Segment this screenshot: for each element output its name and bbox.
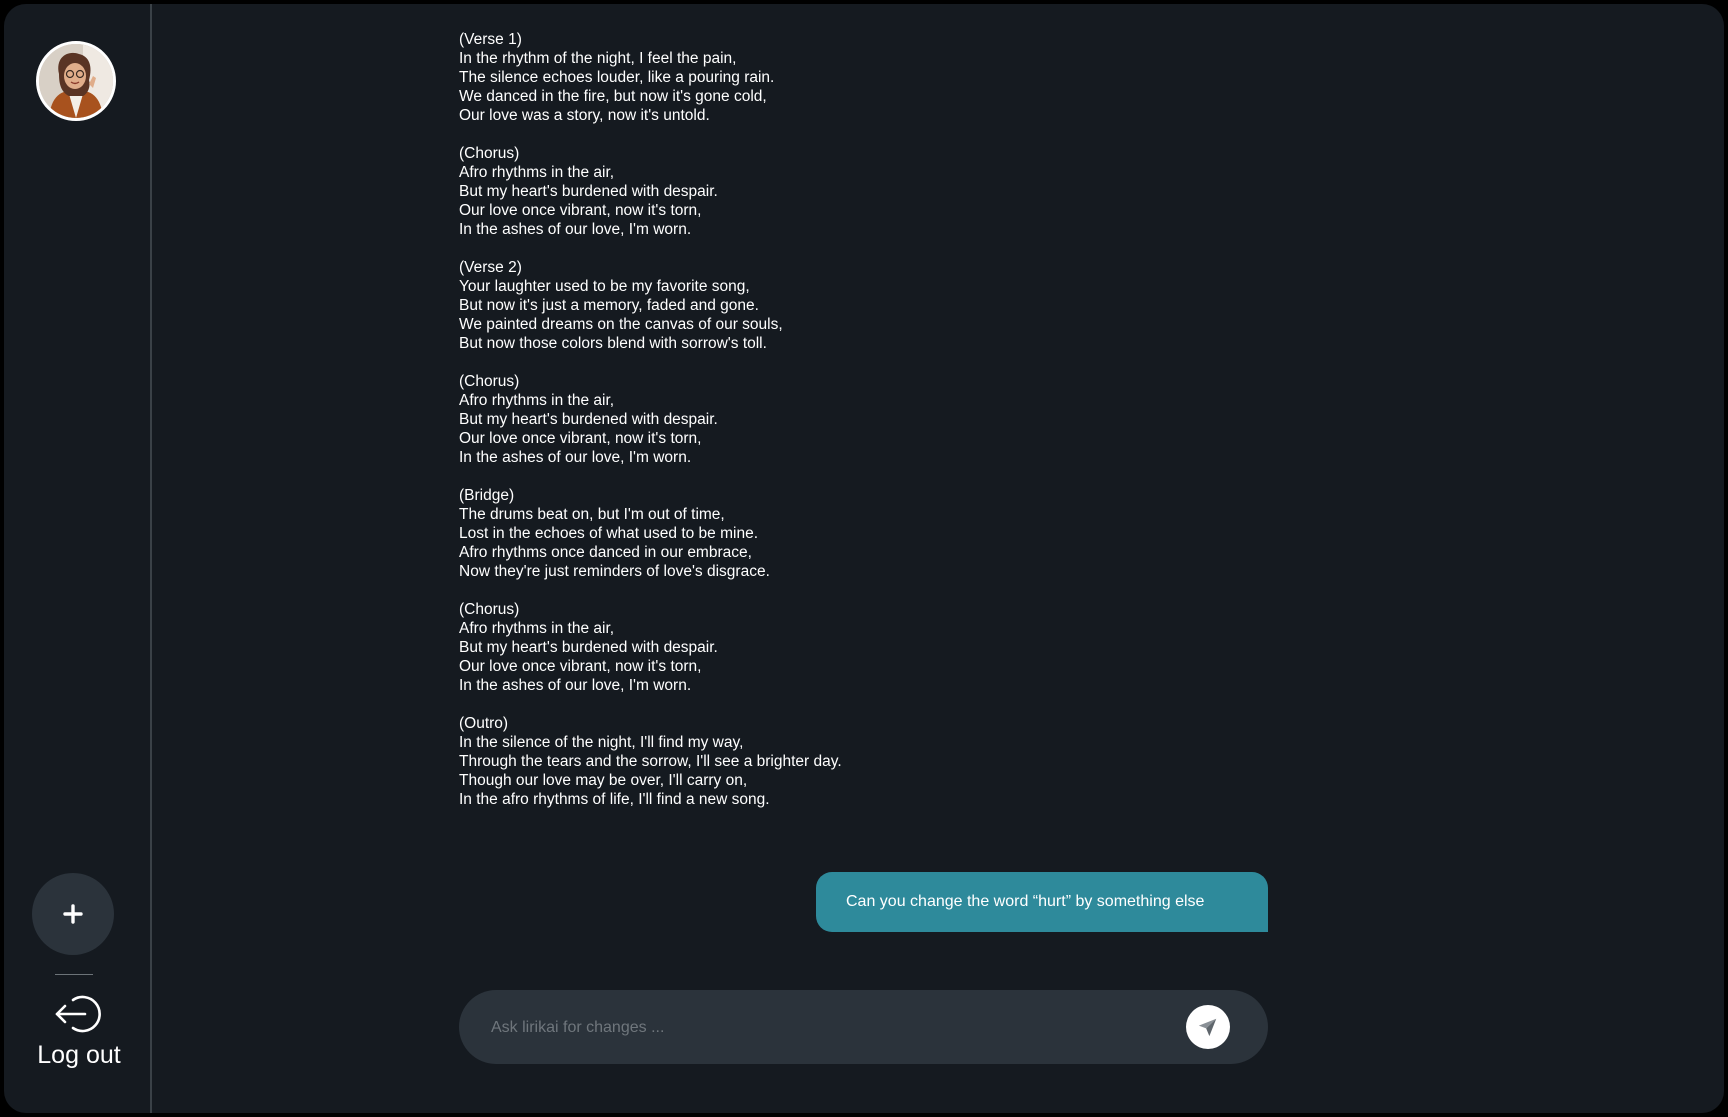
lyric-line: In the ashes of our love, I'm worn. — [459, 449, 692, 466]
lyric-line: Our love once vibrant, now it's torn, — [459, 430, 702, 447]
logout-button[interactable]: Log out — [24, 992, 134, 1074]
stanza-heading: (Chorus) — [459, 601, 520, 618]
lyric-line: Afro rhythms in the air, — [459, 392, 615, 409]
lyric-line: We painted dreams on the canvas of our s… — [459, 316, 783, 333]
lyric-line: Though our love may be over, I'll carry … — [459, 772, 748, 789]
send-icon — [1198, 1018, 1217, 1037]
stanza-heading: (Bridge) — [459, 487, 515, 504]
lyric-line: Afro rhythms in the air, — [459, 620, 615, 637]
lyric-line: But my heart's burdened with despair. — [459, 411, 718, 428]
plus-icon — [63, 904, 83, 924]
lyric-line: Now they're just reminders of love's dis… — [459, 563, 770, 580]
sidebar: Log out — [4, 4, 152, 1113]
stanza-heading: (Outro) — [459, 715, 509, 732]
send-button[interactable] — [1186, 1005, 1230, 1049]
lyric-line: In the rhythm of the night, I feel the p… — [459, 50, 737, 67]
lyric-line: In the ashes of our love, I'm worn. — [459, 677, 692, 694]
lyric-line: Through the tears and the sorrow, I'll s… — [459, 753, 842, 770]
stanza-outro: (Outro) In the silence of the night, I'l… — [459, 714, 1019, 809]
lyric-line: In the ashes of our love, I'm worn. — [459, 221, 692, 238]
stanza-bridge: (Bridge) The drums beat on, but I'm out … — [459, 486, 1019, 581]
stanza-verse-2: (Verse 2) Your laughter used to be my fa… — [459, 258, 1019, 353]
app-window: Log out (Verse 1) In the rhythm of the n… — [4, 4, 1724, 1113]
lyric-line: The drums beat on, but I'm out of time, — [459, 506, 725, 523]
lyric-line: The silence echoes louder, like a pourin… — [459, 69, 775, 86]
lyric-line: We danced in the fire, but now it's gone… — [459, 88, 767, 105]
sidebar-divider — [55, 974, 93, 975]
lyric-line: Your laughter used to be my favorite son… — [459, 278, 750, 295]
lyric-line: But my heart's burdened with despair. — [459, 183, 718, 200]
lyric-line: In the afro rhythms of life, I'll find a… — [459, 791, 770, 808]
stanza-heading: (Chorus) — [459, 145, 520, 162]
lyric-line: Afro rhythms once danced in our embrace, — [459, 544, 752, 561]
avatar-photo — [39, 44, 113, 118]
message-composer — [459, 990, 1268, 1066]
user-message-bubble: Can you change the word “hurt” by someth… — [816, 872, 1268, 932]
lyric-line: Our love once vibrant, now it's torn, — [459, 202, 702, 219]
logout-label: Log out — [37, 1041, 121, 1069]
message-input[interactable] — [489, 990, 1163, 1066]
lyric-line: But now it's just a memory, faded and go… — [459, 297, 759, 314]
stanza-chorus-1: (Chorus) Afro rhythms in the air, But my… — [459, 144, 1019, 239]
new-chat-button[interactable] — [32, 873, 114, 955]
lyric-line: But now those colors blend with sorrow's… — [459, 335, 767, 352]
lyric-line: Afro rhythms in the air, — [459, 164, 615, 181]
stanza-verse-1: (Verse 1) In the rhythm of the night, I … — [459, 30, 1019, 125]
lyric-line: In the silence of the night, I'll find m… — [459, 734, 744, 751]
stanza-chorus-2: (Chorus) Afro rhythms in the air, But my… — [459, 372, 1019, 467]
stanza-heading: (Chorus) — [459, 373, 520, 390]
lyric-line: Lost in the echoes of what used to be mi… — [459, 525, 758, 542]
stanza-heading: (Verse 1) — [459, 31, 522, 48]
logout-icon — [55, 995, 101, 1033]
lyrics-response: (Verse 1) In the rhythm of the night, I … — [459, 30, 1019, 828]
lyric-line: Our love once vibrant, now it's torn, — [459, 658, 702, 675]
avatar[interactable] — [36, 41, 116, 121]
stanza-heading: (Verse 2) — [459, 259, 522, 276]
lyric-line: But my heart's burdened with despair. — [459, 639, 718, 656]
stanza-chorus-3: (Chorus) Afro rhythms in the air, But my… — [459, 600, 1019, 695]
lyric-line: Our love was a story, now it's untold. — [459, 107, 710, 124]
